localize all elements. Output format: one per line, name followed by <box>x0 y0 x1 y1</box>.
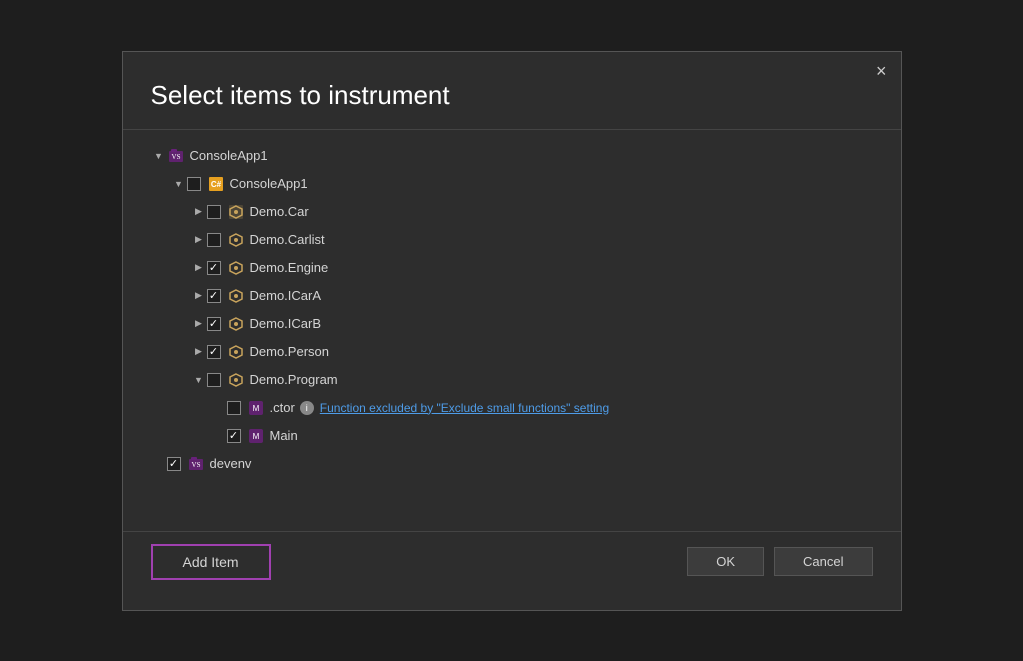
class-icon <box>227 259 245 277</box>
expander-icon[interactable] <box>191 344 207 360</box>
tree-area: VS ConsoleApp1 C# ConsoleApp1 <box>123 130 901 531</box>
devenv-icon: VS <box>187 455 205 473</box>
expander-icon[interactable] <box>191 316 207 332</box>
tree-row[interactable]: Demo.Person <box>151 338 901 366</box>
excluded-link[interactable]: Function excluded by "Exclude small func… <box>320 401 609 415</box>
dialog: × Select items to instrument VS ConsoleA… <box>122 51 902 611</box>
checkbox[interactable] <box>207 373 221 387</box>
class-icon <box>227 315 245 333</box>
checkbox[interactable] <box>207 317 221 331</box>
info-icon: i <box>300 401 314 415</box>
class-icon <box>227 343 245 361</box>
expander-icon[interactable] <box>191 204 207 220</box>
class-icon <box>227 371 245 389</box>
tree-row[interactable]: VS devenv <box>151 450 901 478</box>
svg-text:M: M <box>252 432 259 441</box>
svg-text:VS: VS <box>191 461 200 469</box>
tree-row[interactable]: VS ConsoleApp1 <box>151 142 901 170</box>
checkbox[interactable] <box>187 177 201 191</box>
method-icon: M <box>247 399 265 417</box>
checkbox[interactable] <box>207 261 221 275</box>
project-icon: C# <box>207 175 225 193</box>
tree-row[interactable]: Demo.ICarB <box>151 310 901 338</box>
node-label: Demo.Car <box>250 204 309 219</box>
node-label: Demo.ICarA <box>250 288 322 303</box>
checkbox[interactable] <box>207 205 221 219</box>
checkbox[interactable] <box>227 401 241 415</box>
node-label: .ctor <box>270 400 295 415</box>
node-label: Demo.Engine <box>250 260 329 275</box>
expander-icon[interactable] <box>171 176 187 192</box>
solution-icon: VS <box>167 147 185 165</box>
checkbox[interactable] <box>207 345 221 359</box>
tree-row[interactable]: Demo.Carlist <box>151 226 901 254</box>
class-icon <box>227 203 245 221</box>
expander-icon[interactable] <box>191 260 207 276</box>
tree-row[interactable]: Demo.ICarA <box>151 282 901 310</box>
add-item-button[interactable]: Add Item <box>151 544 271 580</box>
svg-text:M: M <box>252 404 259 413</box>
tree-row[interactable]: Demo.Car <box>151 198 901 226</box>
node-label: Demo.ICarB <box>250 316 322 331</box>
node-label: ConsoleApp1 <box>190 148 268 163</box>
node-label: Demo.Carlist <box>250 232 325 247</box>
class-icon <box>227 231 245 249</box>
checkbox[interactable] <box>227 429 241 443</box>
svg-text:C#: C# <box>210 180 221 189</box>
dialog-footer: Add Item OK Cancel <box>123 531 901 590</box>
node-label: Demo.Person <box>250 344 329 359</box>
close-button[interactable]: × <box>876 62 887 80</box>
expander-icon[interactable] <box>191 372 207 388</box>
tree-row[interactable]: M Main <box>151 422 901 450</box>
expander-icon[interactable] <box>191 232 207 248</box>
class-icon <box>227 287 245 305</box>
tree-row[interactable]: M .ctor i Function excluded by "Exclude … <box>151 394 901 422</box>
tree-row[interactable]: Demo.Program <box>151 366 901 394</box>
expander-icon[interactable] <box>191 288 207 304</box>
checkbox[interactable] <box>207 233 221 247</box>
checkbox[interactable] <box>207 289 221 303</box>
node-label: Main <box>270 428 298 443</box>
ok-button[interactable]: OK <box>687 547 764 576</box>
cancel-button[interactable]: Cancel <box>774 547 872 576</box>
svg-text:VS: VS <box>171 153 180 161</box>
node-label: Demo.Program <box>250 372 338 387</box>
node-label: ConsoleApp1 <box>230 176 308 191</box>
expander-icon[interactable] <box>151 148 167 164</box>
expander-spacer <box>151 456 167 472</box>
tree-row[interactable]: Demo.Engine <box>151 254 901 282</box>
method-icon: M <box>247 427 265 445</box>
dialog-title: Select items to instrument <box>123 80 901 130</box>
checkbox[interactable] <box>167 457 181 471</box>
node-label: devenv <box>210 456 252 471</box>
tree-row[interactable]: C# ConsoleApp1 <box>151 170 901 198</box>
